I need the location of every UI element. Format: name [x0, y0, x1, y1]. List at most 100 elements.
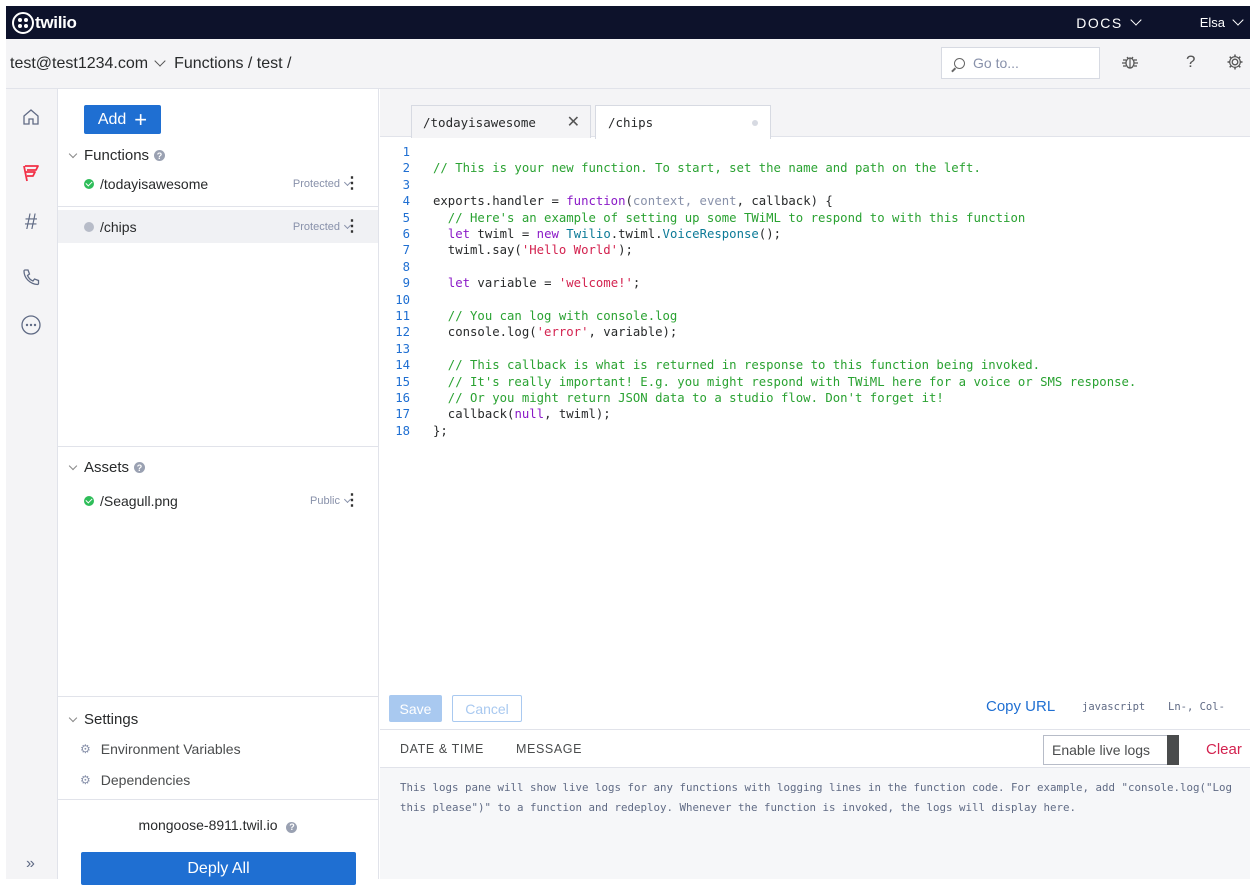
line-number: 2 [402, 161, 410, 176]
kebab-menu-icon[interactable]: ⋮ [344, 175, 360, 192]
code-line[interactable]: 3 [380, 178, 433, 194]
code-line[interactable]: 2 // This is your new function. To start,… [380, 161, 981, 177]
user-name: Elsa [1199, 15, 1225, 30]
live-logs-label: Enable live logs [1052, 742, 1151, 758]
access-dropdown[interactable]: Protected [292, 220, 352, 233]
cancel-button[interactable]: Cancel [452, 695, 522, 722]
logs-placeholder: This logs pane will show live logs for a… [400, 781, 1233, 814]
undeployed-status-icon [84, 221, 94, 232]
environment-variables-link[interactable]: ⚙ Environment Variables [80, 741, 241, 757]
code-line[interactable]: 10 [380, 293, 433, 309]
setting-label: Environment Variables [100, 741, 241, 757]
kebab-menu-icon[interactable]: ⋮ [344, 492, 360, 509]
settings-title: Settings [84, 711, 139, 728]
language-label: javascript [1082, 701, 1146, 713]
toggle-switch[interactable] [1167, 735, 1179, 765]
code-line[interactable]: 5 // Here's an example of setting up som… [380, 210, 1026, 227]
deployed-status-icon [84, 178, 94, 189]
twilio-logo[interactable]: twilio [12, 11, 77, 34]
tab-todayisawesome[interactable]: /todayisawesome ✕ [411, 105, 591, 138]
code-text: console.log('error', variable); [433, 325, 678, 340]
code-line[interactable]: 9 let variable = 'welcome!'; [380, 276, 641, 292]
phone-icon[interactable] [19, 265, 43, 289]
add-button-label: Add [97, 110, 127, 128]
code-text: let twiml = new Twilio.twiml.VoiceRespon… [447, 227, 782, 241]
kebab-menu-icon[interactable]: ⋮ [344, 218, 360, 235]
expand-icon[interactable]: » [26, 855, 35, 873]
code-text: // It's really important! E.g. you might… [433, 374, 1137, 389]
line-number: 1 [402, 145, 410, 159]
plus-icon: + [134, 106, 148, 132]
breadcrumb: test@test1234.com Functions / test / [10, 55, 291, 73]
editor-area: /todayisawesome ✕ /chips 1 2// This is yo… [380, 89, 1250, 879]
settings-section-header[interactable]: Settings [68, 711, 138, 728]
functions-icon[interactable] [19, 161, 43, 185]
tab-label: /todayisawesome [423, 114, 536, 130]
copy-url-link[interactable]: Copy URL [986, 698, 1055, 715]
functions-section-header[interactable]: Functions ? [68, 147, 166, 164]
access-dropdown[interactable]: Protected [293, 178, 352, 190]
deploy-all-button[interactable]: Deply All [81, 852, 356, 885]
tab-chips[interactable]: /chips [595, 105, 771, 139]
function-row[interactable]: /todayisawesome Protected ⋮ [58, 167, 378, 200]
tab-label: /chips [608, 115, 654, 130]
user-menu[interactable]: Elsa [1199, 14, 1244, 30]
help-icon[interactable]: ? [1186, 52, 1195, 72]
more-icon[interactable] [19, 313, 43, 337]
line-number: 18 [395, 423, 410, 438]
close-icon[interactable]: ✕ [567, 112, 580, 132]
code-text: // This callback is what is returned in … [433, 358, 1041, 373]
code-line[interactable]: 11 // You can log with console.log [380, 309, 677, 325]
code-line[interactable]: 8 [380, 260, 433, 276]
code-line[interactable]: 17 callback(null, twiml); [380, 407, 611, 423]
domain-text: mongoose-8911.twil.io [138, 817, 278, 833]
code-text: let variable = 'welcome!'; [447, 276, 641, 291]
code-line[interactable]: 7 twiml.say('Hello World'); [380, 243, 633, 259]
goto-placeholder: Go to... [973, 55, 1019, 71]
breadcrumb-path[interactable]: Functions / test / [174, 55, 291, 73]
code-line[interactable]: 4 exports.handler = function(context, eve… [380, 194, 833, 210]
line-number: 12 [395, 325, 410, 340]
top-navbar: twilio DOCS Elsa [6, 6, 1250, 39]
divider [58, 696, 378, 697]
function-name: /chips [100, 218, 137, 235]
gear-icon: ⚙ [80, 773, 91, 787]
dependencies-link[interactable]: ⚙ Dependencies [80, 772, 190, 788]
code-line[interactable]: 16 // Or you might return JSON data to a… [380, 391, 944, 407]
code-line[interactable]: 1 [380, 145, 433, 161]
help-icon[interactable]: ? [286, 821, 298, 833]
bug-icon[interactable] [1121, 53, 1139, 76]
home-icon[interactable] [19, 105, 43, 129]
code-text: // Here's an example of setting up some … [433, 210, 1026, 225]
hash-icon[interactable]: # [19, 209, 43, 234]
settings-icon[interactable] [1226, 53, 1244, 76]
code-line[interactable]: 18}; [380, 424, 448, 440]
chevron-down-icon [68, 149, 78, 158]
clear-logs-button[interactable]: Clear [1206, 741, 1242, 758]
docs-menu[interactable]: DOCS [1076, 14, 1142, 31]
gear-icon: ⚙ [80, 742, 91, 756]
account-switcher[interactable]: test@test1234.com [10, 55, 148, 73]
assets-section-header[interactable]: Assets ? [68, 459, 146, 476]
goto-search-input[interactable]: Go to... [941, 47, 1100, 79]
chevron-down-icon[interactable] [154, 55, 166, 67]
asset-row[interactable]: /Seagull.png Public ⋮ [58, 484, 378, 517]
chevron-down-icon [68, 461, 78, 470]
help-icon[interactable]: ? [154, 150, 166, 161]
code-line[interactable]: 6 let twiml = new Twilio.twiml.VoiceResp… [380, 227, 781, 243]
save-button[interactable]: Save [389, 695, 442, 722]
code-line[interactable]: 13 [380, 342, 433, 358]
access-label: Protected [292, 220, 340, 233]
help-icon[interactable]: ? [134, 462, 146, 473]
editor-action-bar: Save Cancel Copy URL javascript Ln-, Col… [380, 687, 1250, 727]
code-line[interactable]: 12 console.log('error', variable); [380, 325, 677, 341]
function-name: /todayisawesome [100, 175, 209, 192]
code-editor[interactable]: 1 2// This is your new function. To start… [380, 139, 1250, 684]
enable-live-logs-toggle[interactable]: Enable live logs [1043, 735, 1179, 765]
code-line[interactable]: 15 // It's really important! E.g. you mi… [380, 375, 1136, 391]
add-button[interactable]: Add + [84, 105, 161, 134]
line-number: 16 [395, 391, 410, 405]
function-row[interactable]: /chips Protected ⋮ [58, 210, 378, 243]
code-line[interactable]: 14 // This callback is what is returned … [380, 358, 1040, 374]
setting-label: Dependencies [100, 772, 191, 788]
